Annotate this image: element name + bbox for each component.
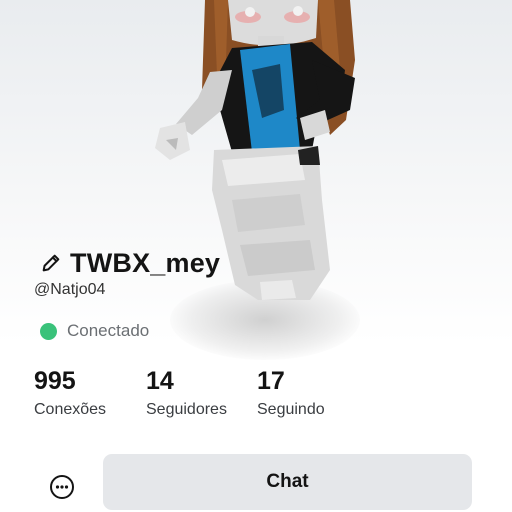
stat-label: Seguindo — [257, 401, 325, 418]
stat-label: Seguidores — [146, 401, 227, 418]
username: @Natjo04 — [34, 281, 106, 298]
stat-value: 995 — [34, 367, 76, 395]
stat-followers[interactable]: 14 Seguidores — [146, 366, 257, 419]
online-status-dot — [40, 322, 57, 340]
stat-value: 17 — [257, 367, 285, 395]
chat-button[interactable]: Chat — [103, 454, 472, 510]
stat-label: Conexões — [34, 401, 107, 418]
stat-following[interactable]: 17 Seguindo — [257, 366, 325, 419]
display-name-row: TWBX_mey — [40, 246, 220, 280]
profile-stats: 995 Conexões 14 Seguidores 17 Seguindo — [34, 366, 325, 419]
pencil-icon[interactable] — [40, 252, 62, 274]
status-text: Conectado — [67, 321, 150, 340]
display-name: TWBX_mey — [70, 247, 221, 278]
more-horizontal-icon — [50, 475, 74, 499]
more-options-button[interactable] — [47, 472, 77, 502]
presence-status: Conectado — [40, 321, 149, 341]
stat-connections[interactable]: 995 Conexões — [34, 366, 146, 419]
stat-value: 14 — [146, 367, 174, 395]
chat-button-label: Chat — [266, 471, 309, 492]
